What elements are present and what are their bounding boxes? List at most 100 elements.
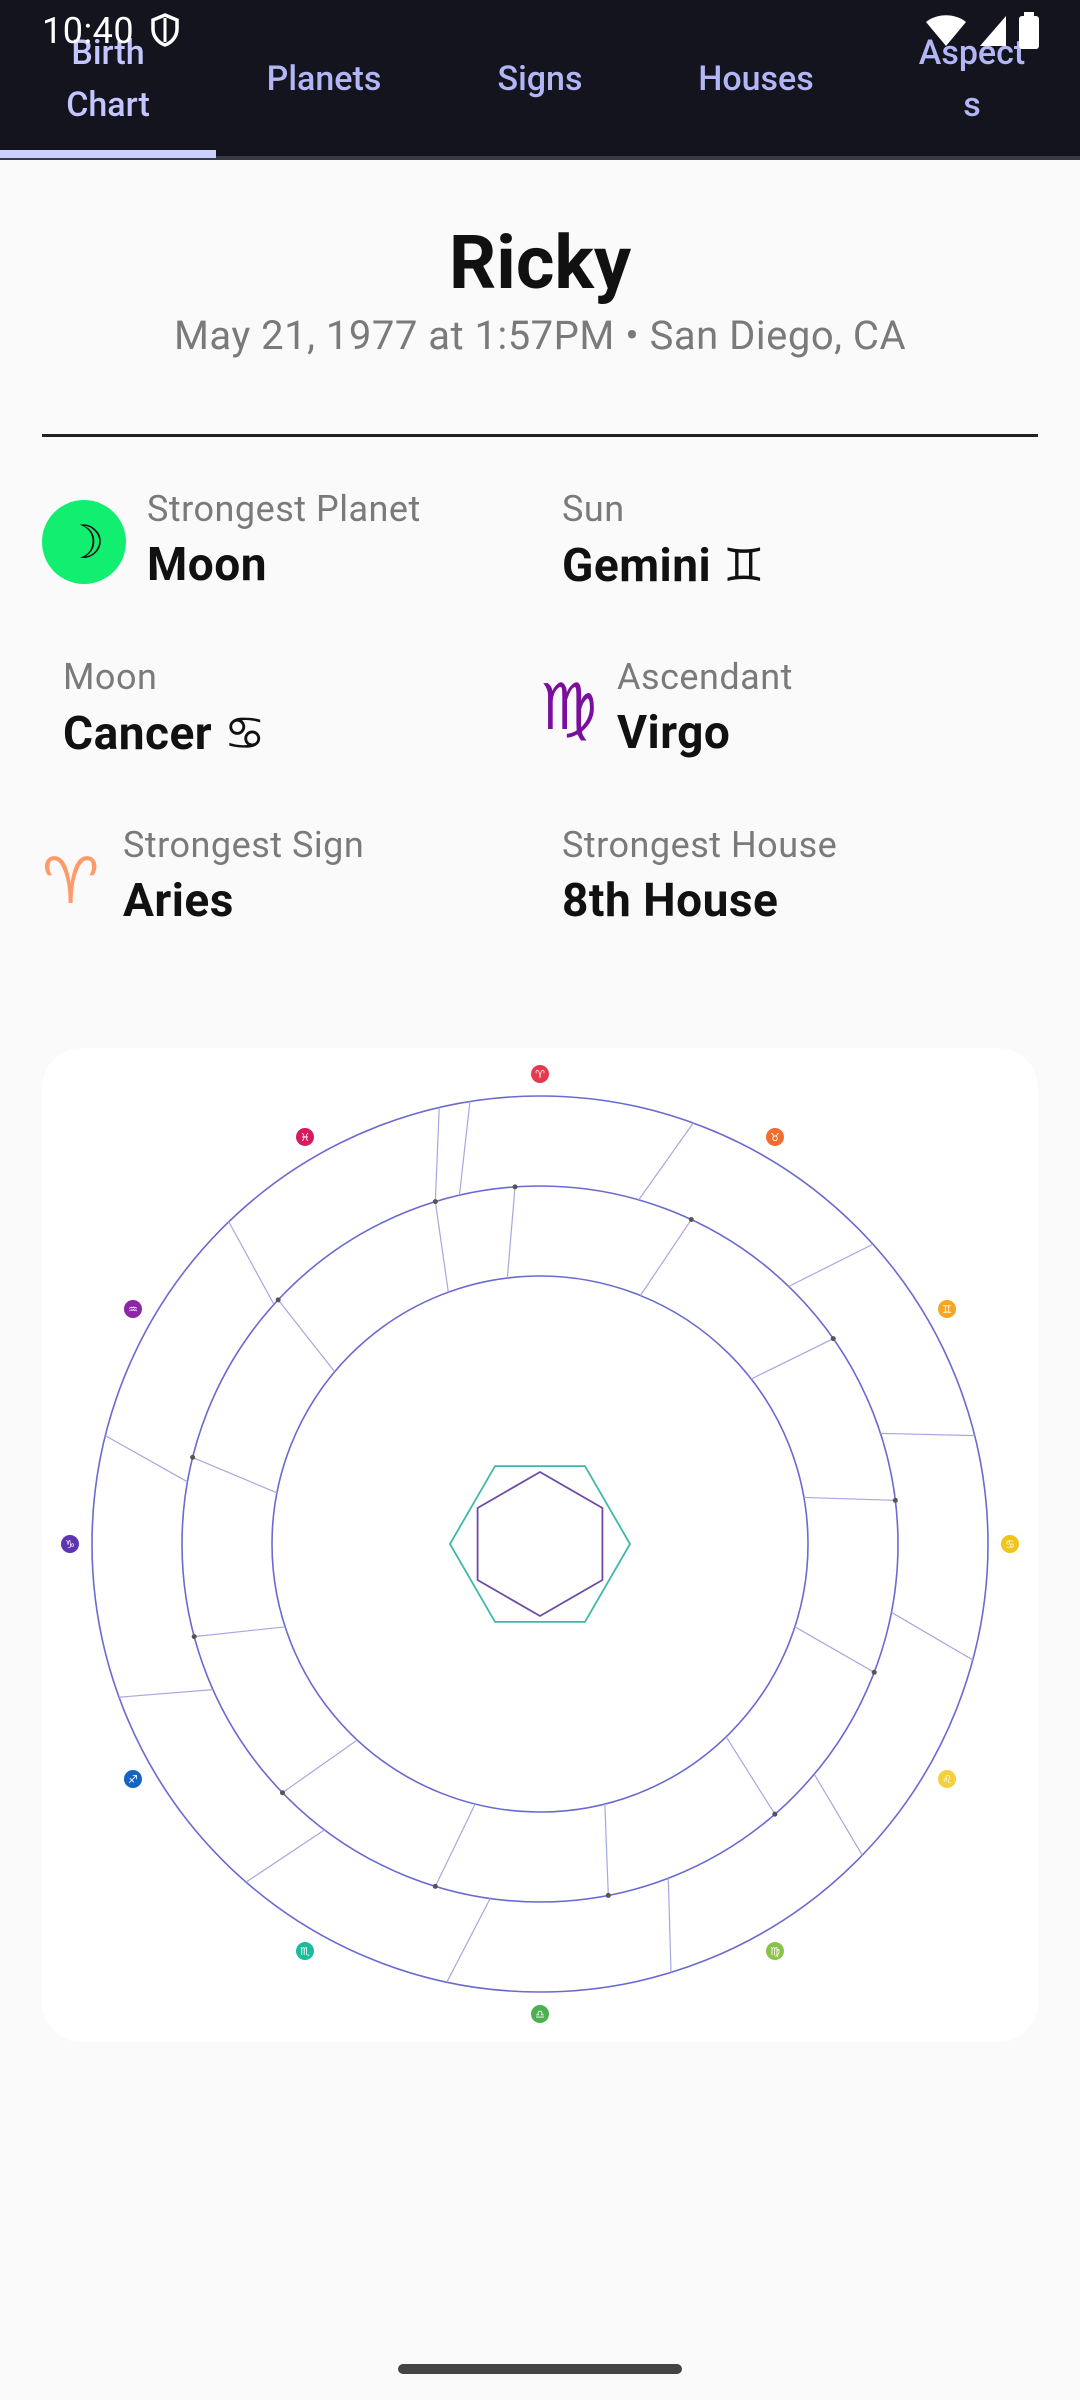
stat-ascendant: Ascendant Virgo bbox=[617, 656, 793, 760]
zodiac-marker: ♒ bbox=[123, 1300, 142, 1318]
cusp-dot bbox=[432, 1883, 438, 1889]
house-cusp-line bbox=[880, 1432, 975, 1437]
battery-icon bbox=[1019, 12, 1039, 49]
crescent-moon-icon: ☽ bbox=[42, 500, 126, 584]
zodiac-glyph: ♒ bbox=[128, 1303, 138, 1316]
stat-value: Aries bbox=[123, 874, 234, 928]
zodiac-glyph: ♍ bbox=[770, 1945, 780, 1958]
house-cusp-line bbox=[434, 1201, 449, 1293]
house-cusp-line bbox=[803, 1496, 896, 1501]
house-cusp-line bbox=[506, 1186, 516, 1279]
house-cusp-line bbox=[891, 1611, 974, 1661]
cusp-dot bbox=[512, 1184, 518, 1190]
zodiac-marker: ♊ bbox=[938, 1300, 957, 1318]
zodiac-glyph: ♐ bbox=[128, 1773, 138, 1786]
cusp-dot bbox=[688, 1217, 694, 1223]
birth-details: May 21, 1977 at 1:57PM • San Diego, CA bbox=[173, 312, 907, 359]
house-cusp-line bbox=[458, 1101, 471, 1196]
stat-value: Moon bbox=[147, 538, 267, 592]
house-cusp-line bbox=[192, 1456, 278, 1494]
stat-label: Ascendant bbox=[617, 656, 793, 698]
cusp-dot bbox=[772, 1811, 778, 1817]
house-cusp-line bbox=[788, 1243, 874, 1288]
zodiac-marker: ♐ bbox=[123, 1770, 142, 1788]
zodiac-marker: ♓ bbox=[296, 1127, 314, 1146]
stat-label: Sun bbox=[562, 488, 625, 530]
stat-strongest-planet: Strongest Planet Moon bbox=[147, 488, 421, 592]
house-cusp-line bbox=[639, 1219, 692, 1296]
house-cusp-line bbox=[434, 1107, 440, 1202]
zodiac-marker: ♉ bbox=[766, 1127, 784, 1146]
house-cusp-line bbox=[638, 1122, 694, 1201]
profile-name: Ricky bbox=[448, 220, 632, 307]
outer-ring bbox=[91, 1095, 989, 1993]
cusp-dot bbox=[190, 1454, 196, 1460]
status-time: 10:40 bbox=[42, 10, 135, 52]
house-cusp-line bbox=[604, 1804, 609, 1896]
zodiac-glyph: ♌ bbox=[942, 1773, 952, 1786]
cusp-dot bbox=[605, 1892, 611, 1898]
cusp-dot bbox=[871, 1669, 877, 1675]
stat-moon: Moon Cancer ♋ bbox=[63, 656, 266, 761]
house-cusp-line bbox=[277, 1299, 336, 1373]
house-cusp-line bbox=[667, 1878, 672, 1973]
zodiac-marker: ♈ bbox=[531, 1065, 549, 1083]
house-cusp-line bbox=[282, 1739, 358, 1794]
aspect-hexagon-inner bbox=[476, 1470, 604, 1618]
zodiac-glyph: ♏ bbox=[300, 1945, 310, 1958]
stat-sun: Sun Gemini ♊ bbox=[562, 488, 765, 593]
zodiac-marker: ♍ bbox=[766, 1942, 784, 1961]
cusp-dot bbox=[275, 1297, 281, 1303]
stat-label: Moon bbox=[63, 656, 158, 698]
cusp-dot bbox=[830, 1336, 836, 1342]
house-cusp-line bbox=[446, 1898, 491, 1983]
zodiac-glyph: ♑ bbox=[65, 1538, 75, 1551]
cusp-dot bbox=[432, 1199, 438, 1205]
zodiac-marker: ♏ bbox=[296, 1942, 314, 1961]
zodiac-glyph: ♓ bbox=[300, 1131, 310, 1144]
stat-strongest-house: Strongest House 8th House bbox=[562, 824, 837, 928]
shield-icon bbox=[151, 13, 179, 47]
zodiac-glyph: ♋ bbox=[1005, 1538, 1015, 1551]
virgo-icon: ♍ bbox=[540, 670, 598, 745]
zodiac-marker: ♎ bbox=[531, 2005, 549, 2023]
middle-ring bbox=[181, 1185, 899, 1903]
house-cusp-line bbox=[118, 1689, 213, 1698]
house-cusp-line bbox=[725, 1736, 776, 1815]
house-cusp-line bbox=[245, 1829, 325, 1883]
house-cusp-line bbox=[228, 1221, 275, 1305]
stat-strongest-sign: Strongest Sign Aries bbox=[123, 824, 364, 928]
zodiac-glyph: ♊ bbox=[942, 1303, 952, 1316]
stat-label: Strongest Sign bbox=[123, 824, 365, 866]
house-cusp-line bbox=[105, 1435, 188, 1483]
house-cusp-line bbox=[750, 1338, 834, 1380]
cusp-dot bbox=[279, 1790, 285, 1796]
zodiac-glyph: ♎ bbox=[535, 2008, 545, 2021]
stat-value: Cancer ♋ bbox=[63, 707, 266, 761]
house-cusp-line bbox=[794, 1626, 875, 1673]
cusp-dot bbox=[892, 1497, 898, 1503]
zodiac-marker: ♋ bbox=[1001, 1535, 1019, 1553]
house-cusp-line bbox=[194, 1626, 286, 1638]
gesture-nav-handle[interactable] bbox=[398, 2364, 682, 2374]
birth-chart-wheel[interactable]: ♈ ♉ ♊ ♋ ♌ ♍ ♎ ♏ ♐ ♑ ♒ ♓ bbox=[42, 1048, 1038, 2042]
cusp-dot bbox=[191, 1634, 197, 1640]
stat-value: Gemini ♊ bbox=[562, 539, 765, 593]
zodiac-glyph: ♈ bbox=[535, 1068, 545, 1081]
house-cusp-line bbox=[434, 1803, 476, 1887]
zodiac-marker: ♌ bbox=[938, 1770, 957, 1788]
zodiac-marker: ♑ bbox=[61, 1535, 79, 1553]
stat-label: Strongest Planet bbox=[147, 488, 421, 530]
signal-icon bbox=[980, 16, 1006, 46]
stat-value: Virgo bbox=[617, 706, 731, 760]
birth-chart-card: ♈ ♉ ♊ ♋ ♌ ♍ ♎ ♏ ♐ ♑ ♒ ♓ bbox=[42, 1048, 1038, 2042]
house-cusp-line bbox=[813, 1773, 863, 1856]
inner-ring bbox=[271, 1275, 809, 1813]
stat-value: 8th House bbox=[562, 874, 779, 928]
wifi-icon bbox=[926, 15, 966, 46]
section-divider bbox=[42, 434, 1038, 437]
aries-icon: ♈ bbox=[42, 844, 100, 919]
status-bar: 10:40 bbox=[0, 0, 1080, 60]
active-tab-indicator bbox=[0, 150, 216, 158]
zodiac-glyph: ♉ bbox=[770, 1131, 780, 1144]
